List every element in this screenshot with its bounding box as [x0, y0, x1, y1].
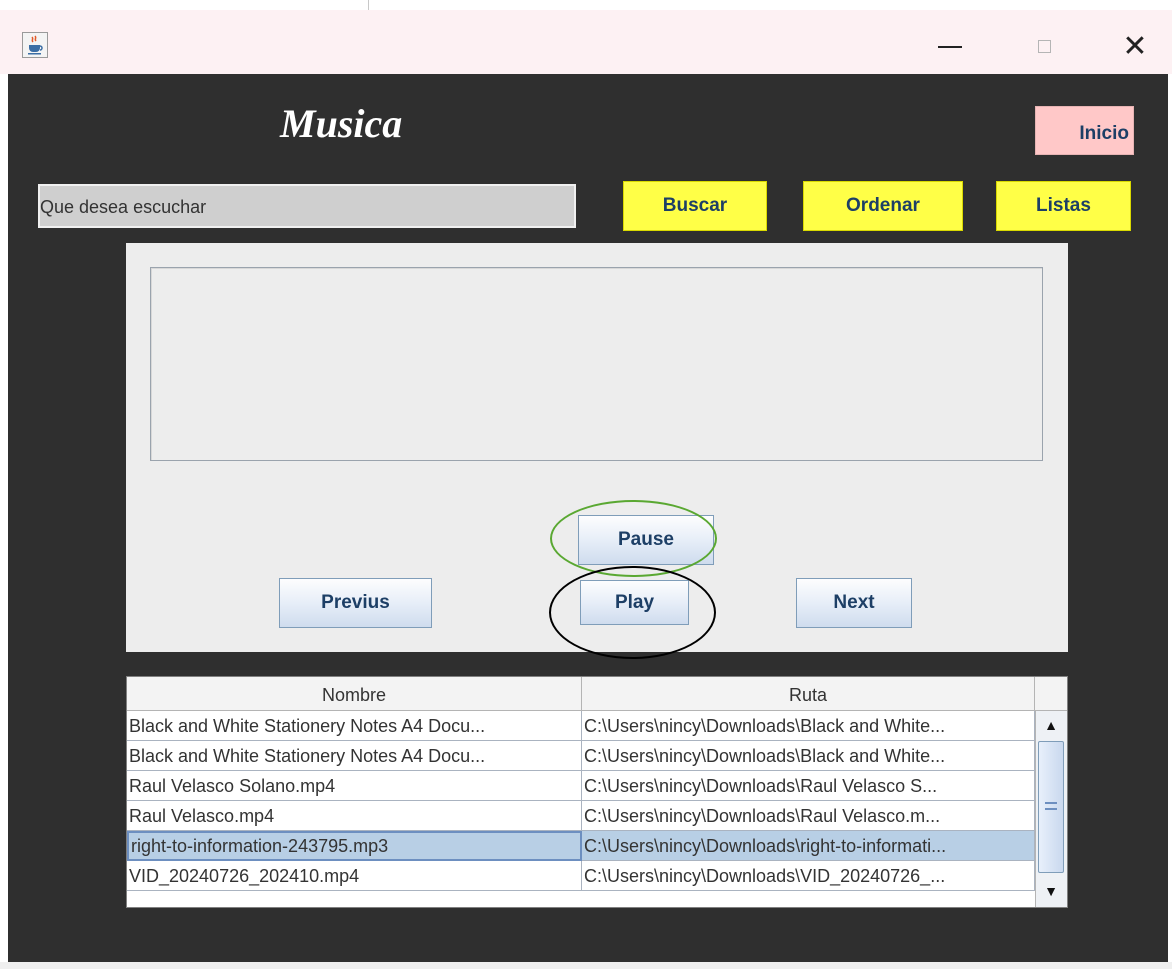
cell-name: Raul Velasco Solano.mp4	[127, 771, 582, 801]
divider	[368, 0, 369, 10]
window-titlebar[interactable]: ✕	[0, 10, 1172, 74]
next-button[interactable]: Next	[796, 578, 912, 628]
scroll-down-arrow-icon[interactable]: ▼	[1038, 879, 1064, 903]
home-button[interactable]: Inicio	[1035, 106, 1134, 155]
cell-path: C:\Users\nincy\Downloads\Black and White…	[582, 711, 1035, 741]
page-title: Musica	[280, 101, 403, 146]
search-button[interactable]: Buscar	[623, 181, 767, 231]
cell-name: Black and White Stationery Notes A4 Docu…	[127, 741, 582, 771]
cell-path: C:\Users\nincy\Downloads\right-to-inform…	[582, 831, 1035, 861]
scroll-up-arrow-icon[interactable]: ▲	[1038, 713, 1064, 737]
cell-path: C:\Users\nincy\Downloads\Raul Velasco.m.…	[582, 801, 1035, 831]
column-header-path[interactable]: Ruta	[582, 677, 1035, 711]
background-window-strip	[0, 0, 1172, 10]
cell-name: Raul Velasco.mp4	[127, 801, 582, 831]
close-icon: ✕	[1122, 30, 1148, 63]
table-row[interactable]: VID_20240726_202410.mp4 C:\Users\nincy\D…	[127, 861, 1035, 891]
maximize-button[interactable]	[1026, 32, 1066, 62]
scroll-thumb[interactable]	[1038, 741, 1064, 873]
close-button[interactable]: ✕	[1115, 32, 1155, 62]
cell-path: C:\Users\nincy\Downloads\Raul Velasco S.…	[582, 771, 1035, 801]
cell-name: Black and White Stationery Notes A4 Docu…	[127, 711, 582, 741]
table-row-selected[interactable]: right-to-information-243795.mp3 C:\Users…	[127, 831, 1035, 861]
play-button[interactable]: Play	[580, 580, 689, 625]
cell-name: VID_20240726_202410.mp4	[127, 861, 582, 891]
window-bottom-strip	[0, 962, 1172, 969]
cell-path: C:\Users\nincy\Downloads\Black and White…	[582, 741, 1035, 771]
cell-path: C:\Users\nincy\Downloads\VID_20240726_..…	[582, 861, 1035, 891]
song-table[interactable]: Nombre Ruta Black and White Stationery N…	[126, 676, 1068, 908]
maximize-icon	[1038, 40, 1051, 53]
table-row[interactable]: Raul Velasco Solano.mp4 C:\Users\nincy\D…	[127, 771, 1035, 801]
search-input[interactable]: Que desea escuchar	[38, 184, 576, 228]
lists-button[interactable]: Listas	[996, 181, 1131, 231]
minimize-icon	[938, 46, 962, 48]
column-header-corner	[1035, 677, 1067, 711]
cell-name: right-to-information-243795.mp3	[127, 831, 582, 861]
table-row[interactable]: Raul Velasco.mp4 C:\Users\nincy\Download…	[127, 801, 1035, 831]
sort-button[interactable]: Ordenar	[803, 181, 963, 231]
column-header-name[interactable]: Nombre	[127, 677, 582, 711]
table-scrollbar[interactable]: ▲ ▼	[1035, 711, 1067, 907]
pause-button[interactable]: Pause	[578, 515, 714, 565]
java-icon	[22, 32, 48, 58]
minimize-button[interactable]	[930, 32, 970, 62]
grip-icon	[1045, 802, 1057, 810]
table-row[interactable]: Black and White Stationery Notes A4 Docu…	[127, 741, 1035, 771]
previous-button[interactable]: Previus	[279, 578, 432, 628]
table-row[interactable]: Black and White Stationery Notes A4 Docu…	[127, 711, 1035, 741]
media-display	[150, 267, 1043, 461]
